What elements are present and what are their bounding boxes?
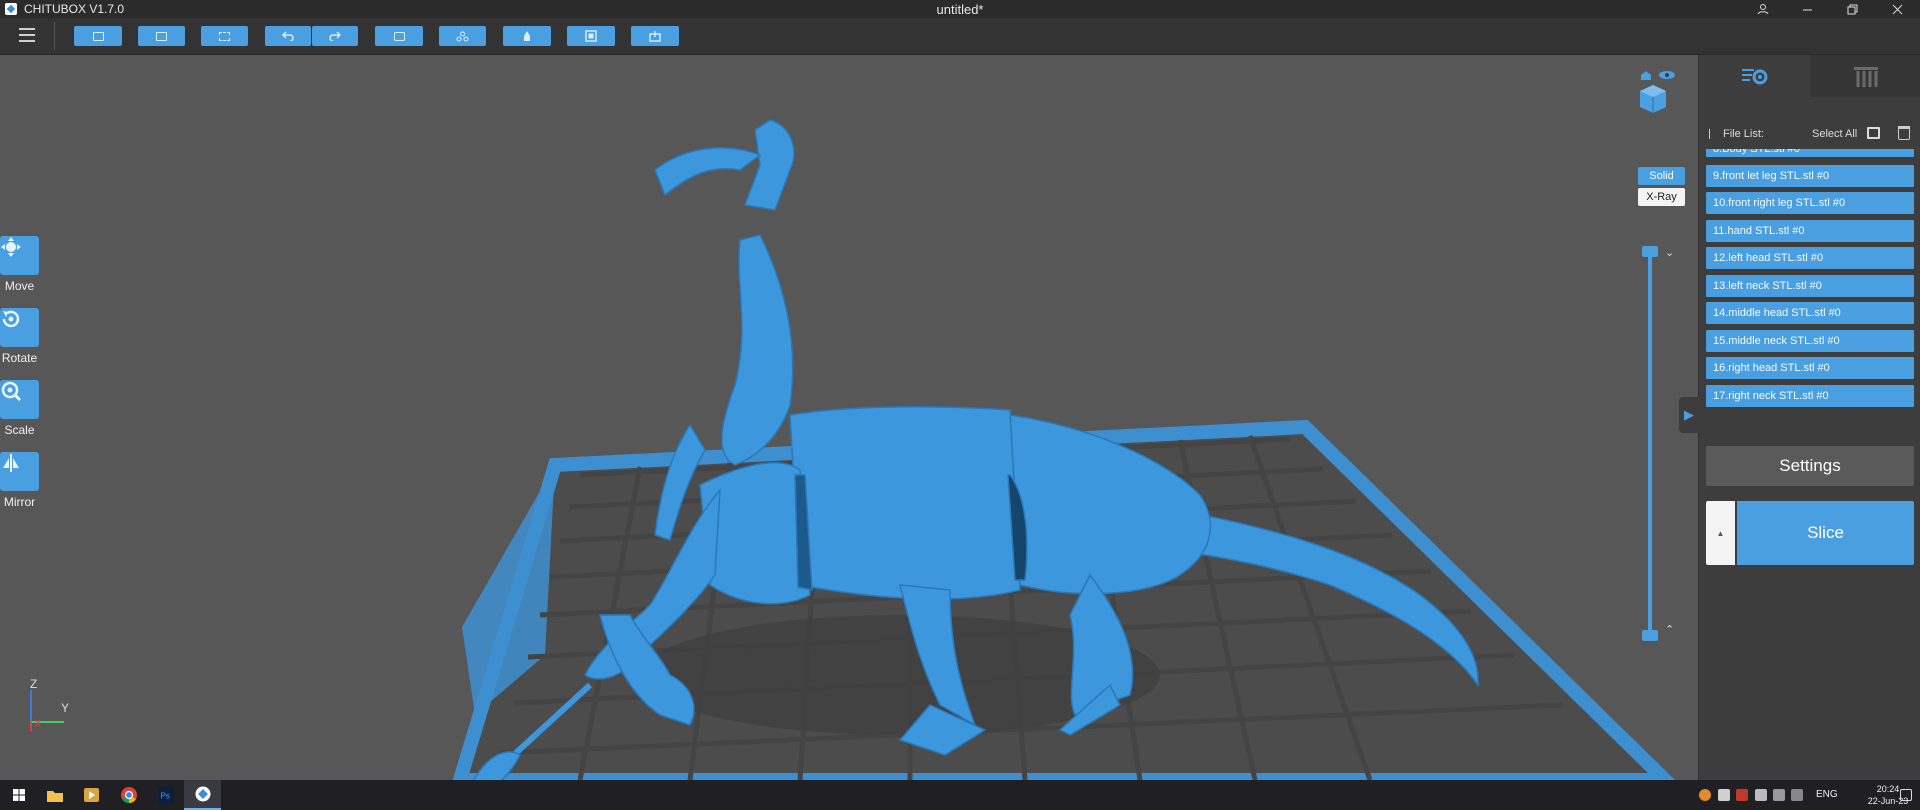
file-item[interactable]: 8.Body STL.stl #0 bbox=[1706, 149, 1914, 157]
select-all-icon[interactable] bbox=[201, 26, 248, 46]
windows-start-icon[interactable] bbox=[0, 780, 37, 810]
file-item[interactable]: 17.right neck STL.stl #0 bbox=[1706, 385, 1914, 407]
hollow-icon[interactable] bbox=[567, 26, 615, 46]
toolbar-divider bbox=[54, 22, 55, 50]
tray-app-icon[interactable] bbox=[1736, 789, 1748, 801]
slice-settings-icon bbox=[1741, 68, 1767, 84]
move-icon[interactable] bbox=[0, 236, 39, 275]
scale-label: Scale bbox=[4, 423, 35, 437]
mirror-tool[interactable]: Mirror bbox=[0, 452, 39, 509]
file-item[interactable]: 14.middle head STL.stl #0 bbox=[1706, 302, 1914, 324]
collapse-panel-icon[interactable]: ▶ bbox=[1679, 397, 1699, 433]
tray-monitor-icon[interactable] bbox=[1773, 789, 1785, 801]
main-toolbar bbox=[0, 18, 1920, 55]
window-controls bbox=[1740, 0, 1920, 18]
redo-icon[interactable] bbox=[312, 26, 358, 46]
file-explorer-icon[interactable] bbox=[36, 780, 73, 810]
tab-supports[interactable] bbox=[1810, 55, 1920, 97]
support-icon[interactable] bbox=[503, 26, 551, 46]
photoshop-icon[interactable]: Ps bbox=[147, 780, 184, 810]
file-list-header: File List: Select All bbox=[1709, 126, 1915, 142]
view-cube[interactable] bbox=[1633, 69, 1679, 119]
chitubox-icon[interactable] bbox=[184, 780, 221, 810]
layer-slider-bottom-handle[interactable] bbox=[1642, 630, 1658, 641]
close-icon[interactable] bbox=[1875, 0, 1920, 18]
move-label: Move bbox=[4, 279, 35, 293]
notifications-icon[interactable] bbox=[1900, 789, 1912, 801]
file-item[interactable]: 11.hand STL.stl #0 bbox=[1706, 220, 1914, 242]
chevron-up-icon[interactable]: ⌃ bbox=[1665, 623, 1674, 636]
supports-icon bbox=[1853, 67, 1878, 87]
export-icon[interactable] bbox=[631, 26, 679, 46]
copy-icon[interactable] bbox=[375, 26, 423, 46]
select-all-checkbox[interactable] bbox=[1867, 127, 1880, 139]
file-list-icon bbox=[1709, 129, 1717, 139]
mirror-label: Mirror bbox=[3, 495, 36, 509]
layer-slider-top-handle[interactable] bbox=[1642, 246, 1658, 257]
file-item[interactable]: 13.left neck STL.stl #0 bbox=[1706, 275, 1914, 297]
file-item[interactable]: 12.left head STL.stl #0 bbox=[1706, 247, 1914, 269]
svg-text:Ps: Ps bbox=[160, 792, 169, 801]
file-list[interactable]: 8.Body STL.stl #0 9.front let leg STL.st… bbox=[1706, 149, 1914, 473]
language-indicator[interactable]: ENG bbox=[1816, 789, 1838, 800]
file-item[interactable]: 10.front right leg STL.stl #0 bbox=[1706, 192, 1914, 214]
mirror-icon[interactable] bbox=[0, 452, 39, 491]
tab-slice-settings[interactable] bbox=[1699, 55, 1810, 98]
3d-viewport[interactable]: Move Rotate Scale Mirror Z Y X Solid X-R… bbox=[0, 55, 1698, 780]
slice-button[interactable]: Slice bbox=[1737, 501, 1914, 565]
windows-taskbar: Ps ENG 20:24 22-Jun-23 bbox=[0, 780, 1920, 810]
scene-render bbox=[452, 119, 1675, 780]
file-item[interactable]: 15.middle neck STL.stl #0 bbox=[1706, 330, 1914, 352]
save-icon[interactable] bbox=[138, 26, 185, 46]
solid-mode-button[interactable]: Solid bbox=[1638, 167, 1685, 185]
slice-options-arrow[interactable]: ▲ bbox=[1706, 501, 1735, 565]
select-all-label: Select All bbox=[1812, 128, 1858, 140]
axis-y-label: Y bbox=[61, 701, 70, 715]
axis-z-label: Z bbox=[30, 677, 38, 691]
settings-button[interactable]: Settings bbox=[1706, 446, 1914, 486]
rotate-label: Rotate bbox=[1, 351, 38, 365]
layer-slider-track[interactable] bbox=[1648, 251, 1652, 636]
right-panel: File List: Select All 8.Body STL.stl #0 … bbox=[1679, 55, 1920, 780]
tray-network-icon[interactable] bbox=[1755, 789, 1767, 801]
media-player-icon[interactable] bbox=[73, 780, 110, 810]
rotate-tool[interactable]: Rotate bbox=[0, 308, 39, 365]
minimize-icon[interactable] bbox=[1785, 0, 1830, 18]
home-view-icon bbox=[1641, 71, 1651, 80]
file-list-label: File List: bbox=[1723, 128, 1764, 140]
user-icon[interactable] bbox=[1740, 0, 1785, 18]
xray-mode-button[interactable]: X-Ray bbox=[1638, 188, 1685, 206]
chevron-down-icon[interactable]: ⌄ bbox=[1665, 246, 1674, 259]
title-bar: CHITUBOX V1.7.0 untitled* bbox=[0, 0, 1920, 18]
scale-tool[interactable]: Scale bbox=[0, 380, 39, 437]
file-item[interactable]: 16.right head STL.stl #0 bbox=[1706, 357, 1914, 379]
chitubox-logo-icon bbox=[5, 3, 17, 15]
axis-x-label: X bbox=[34, 718, 42, 730]
volume-icon[interactable] bbox=[1791, 789, 1803, 801]
app-name: CHITUBOX V1.7.0 bbox=[24, 2, 125, 16]
move-tool[interactable]: Move bbox=[0, 236, 39, 293]
tray-app-icon[interactable] bbox=[1699, 789, 1711, 801]
scale-icon[interactable] bbox=[0, 380, 39, 419]
document-title: untitled* bbox=[936, 2, 984, 17]
tray-app-icon[interactable] bbox=[1718, 789, 1730, 801]
undo-icon[interactable] bbox=[265, 26, 311, 46]
chrome-icon[interactable] bbox=[110, 780, 147, 810]
group-icon[interactable] bbox=[439, 26, 486, 46]
open-file-icon[interactable] bbox=[74, 26, 122, 46]
panel-tabs bbox=[1699, 55, 1920, 98]
menu-icon[interactable] bbox=[19, 28, 35, 42]
file-item[interactable]: 9.front let leg STL.stl #0 bbox=[1706, 165, 1914, 187]
restore-icon[interactable] bbox=[1830, 0, 1875, 18]
trash-icon[interactable] bbox=[1898, 126, 1910, 140]
rotate-icon[interactable] bbox=[0, 308, 39, 347]
